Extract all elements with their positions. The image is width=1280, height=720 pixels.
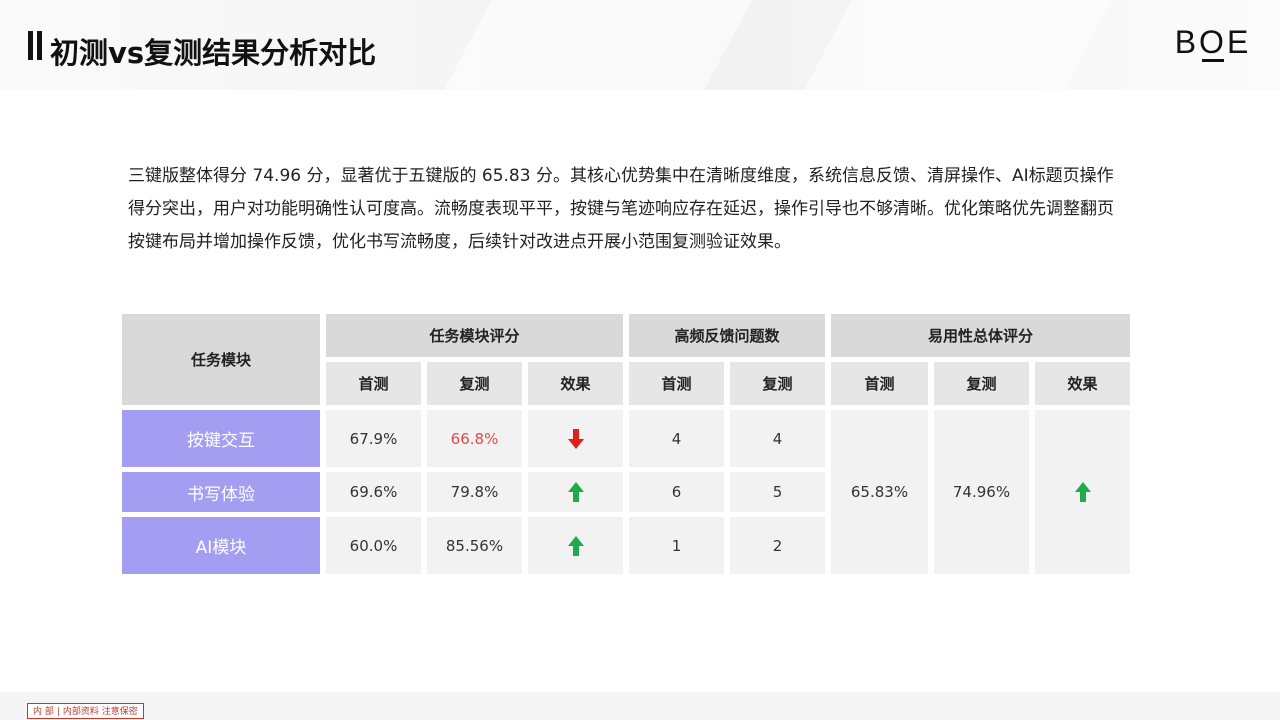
trend-down-icon	[528, 410, 623, 467]
trend-up-icon	[528, 472, 623, 512]
feedback-retest: 4	[730, 410, 825, 467]
logo-text: BOE	[1175, 24, 1252, 60]
confidential-note: 内部资料 注意保密	[62, 707, 138, 717]
header-overall-effect: 效果	[1035, 362, 1130, 405]
title-accent-bar	[28, 31, 33, 60]
header-overall-first: 首测	[831, 362, 928, 405]
header-decor	[406, 0, 774, 90]
header-overall-retest: 复测	[934, 362, 1029, 405]
module-name: AI模块	[122, 517, 320, 574]
score-first: 67.9%	[326, 410, 421, 467]
score-retest: 66.8%	[427, 410, 522, 467]
module-name: 书写体验	[122, 472, 320, 512]
header-group-overall: 易用性总体评分	[831, 314, 1130, 357]
header-feedback-retest: 复测	[730, 362, 825, 405]
header-module: 任务模块	[122, 314, 320, 405]
confidential-label: 内 部	[33, 707, 54, 717]
score-retest: 85.56%	[427, 517, 522, 574]
feedback-first: 1	[629, 517, 724, 574]
feedback-retest: 2	[730, 517, 825, 574]
logo-underline	[1202, 59, 1224, 62]
confidential-separator: |	[56, 707, 60, 717]
score-retest: 79.8%	[427, 472, 522, 512]
table-row: 按键交互 67.9% 66.8% 4 4 65.83% 74.96%	[122, 410, 1130, 574]
header-feedback-first: 首测	[629, 362, 724, 405]
module-name: 按键交互	[122, 410, 320, 467]
header-decor	[766, 0, 1134, 90]
feedback-first: 4	[629, 410, 724, 467]
header-score-first: 首测	[326, 362, 421, 405]
score-first: 69.6%	[326, 472, 421, 512]
header-score-effect: 效果	[528, 362, 623, 405]
overall-first: 65.83%	[831, 410, 928, 574]
header-group-score: 任务模块评分	[326, 314, 623, 357]
feedback-first: 6	[629, 472, 724, 512]
overall-trend-up-icon	[1035, 410, 1130, 574]
footer-band	[0, 692, 1280, 720]
trend-up-icon	[528, 517, 623, 574]
header-score-retest: 复测	[427, 362, 522, 405]
feedback-retest: 5	[730, 472, 825, 512]
overall-retest: 74.96%	[934, 410, 1029, 574]
summary-paragraph: 三键版整体得分 74.96 分，显著优于五键版的 65.83 分。其核心优势集中…	[128, 166, 1114, 252]
score-first: 60.0%	[326, 517, 421, 574]
boe-logo: BOE	[1175, 24, 1252, 62]
title-accent-bar	[37, 31, 42, 60]
page-title: 初测vs复测结果分析对比	[50, 36, 377, 70]
header-group-feedback: 高频反馈问题数	[629, 314, 825, 357]
results-table: 任务模块 任务模块评分 高频反馈问题数 易用性总体评分 首测 复测 效果 首测 …	[116, 309, 1136, 579]
confidential-tag: 内 部 | 内部资料 注意保密	[27, 703, 144, 719]
